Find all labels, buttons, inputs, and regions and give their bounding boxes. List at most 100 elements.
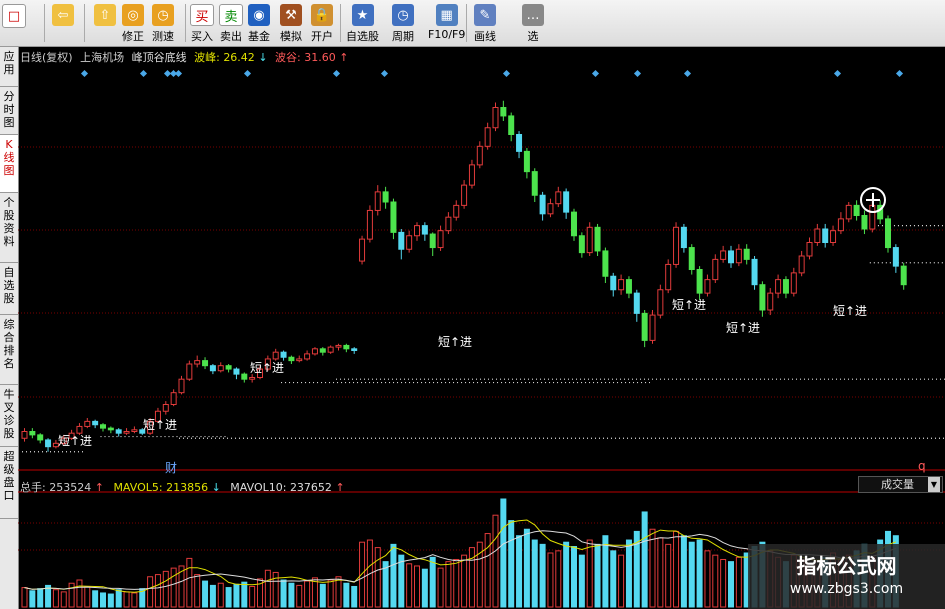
candle-body [806, 242, 813, 257]
candle-body [845, 204, 852, 220]
volume-bar [508, 520, 515, 608]
candle-body [602, 250, 609, 277]
stock-chart [18, 69, 945, 608]
candle-body [92, 420, 99, 426]
toolbar-button-4[interactable]: ◷ 测速 [152, 2, 174, 44]
toolbar-button-0[interactable]: □ [2, 2, 26, 44]
signal-label: 短↑进 [143, 418, 178, 432]
toolbar-button-label: 自选股 [346, 30, 379, 43]
volume-bar [657, 537, 664, 608]
volume-bar [249, 585, 256, 608]
indicator-info-line: 日线(复权) 上海机场 峰顶谷底线 波峰: 26.42 ↓ 波谷: 31.60 … [20, 49, 348, 65]
volume-bar [453, 558, 460, 608]
clock-icon: ◷ [392, 4, 414, 26]
up-down-arrows-icon: ⇧ [94, 4, 116, 26]
mavol10-arrow-icon: ↑ [335, 481, 345, 494]
candle-body [107, 427, 114, 431]
volume-bar [76, 579, 83, 608]
toolbar-button-10[interactable]: ★ 自选股 [346, 2, 379, 44]
volume-bar [60, 591, 67, 608]
fund-icon: ◉ [248, 4, 270, 26]
candle-body [327, 346, 334, 353]
volume-bar [516, 535, 523, 608]
volume-bar [107, 593, 114, 608]
toolbar-button-2[interactable]: ⇧ [94, 2, 116, 44]
volume-bar [209, 584, 216, 608]
candle-body [885, 218, 891, 249]
candle-body [296, 358, 303, 362]
candle-body [162, 404, 169, 412]
volume-bar [225, 587, 232, 608]
event-marker-icon [380, 69, 389, 78]
candle-body [900, 265, 907, 286]
candle-body [225, 365, 232, 370]
side-tab-6[interactable]: 牛叉诊股 [0, 385, 18, 447]
volume-bar [696, 539, 703, 608]
signal-label: 短↑进 [58, 434, 93, 448]
candle-body [398, 231, 405, 250]
volume-bar [154, 574, 161, 608]
volume-bar [665, 543, 672, 608]
side-tab-1[interactable]: 分时图 [0, 87, 18, 135]
toolbar-button-3[interactable]: ◎ 修正 [122, 2, 144, 44]
candle-body [202, 360, 209, 367]
volume-bar [123, 591, 130, 608]
candle-body [775, 279, 782, 294]
volume-bar [618, 554, 625, 608]
side-tab-3[interactable]: 个股资料 [0, 193, 18, 263]
toolbar-button-13[interactable]: ✎ 画线 [474, 2, 496, 44]
candle-body [571, 211, 577, 237]
side-tab-5[interactable]: 综合排名 [0, 315, 18, 385]
volume-bar [563, 541, 570, 608]
volume-indicator-select[interactable]: 成交量 ▼ [858, 476, 943, 493]
volume-bar [202, 580, 209, 608]
candle-body [186, 363, 193, 380]
toolbar-button-8[interactable]: ⚒ 模拟 [280, 2, 302, 44]
volume-bar [335, 576, 342, 608]
toolbar-button-11[interactable]: ◷ 周期 [392, 2, 414, 44]
candle-body [241, 373, 248, 380]
toolbar-button-label: 模拟 [280, 30, 302, 43]
toolbar-button-5[interactable]: 买买入 [190, 2, 214, 44]
mavol10-value: 237652 [289, 481, 332, 494]
volume-bar [37, 588, 44, 608]
toolbar-button-6[interactable]: 卖卖出 [219, 2, 243, 44]
candle-body [508, 115, 515, 135]
event-marker-icon [332, 69, 341, 78]
volume-bar [343, 582, 350, 608]
signal-label: 短↑进 [833, 304, 868, 318]
toolbar-button-label: 基金 [248, 30, 270, 43]
candle-body [335, 344, 342, 348]
chevron-down-icon[interactable]: ▼ [928, 477, 940, 492]
total-volume-arrow-icon: ↑ [94, 481, 104, 494]
volume-bar [296, 584, 303, 608]
volume-bar [186, 557, 193, 608]
volume-bar [68, 582, 75, 608]
toolbar-button-label: 测速 [152, 30, 174, 43]
toolbar-button-12[interactable]: ▦ F10/F9 [428, 2, 465, 44]
volume-bar [594, 543, 601, 608]
side-tab-0[interactable]: 应用 [0, 47, 18, 87]
candle-body [170, 392, 177, 405]
event-marker-icon [80, 69, 89, 78]
volume-bar [115, 589, 122, 608]
side-tab-2[interactable]: K线图 [0, 135, 18, 193]
volume-bar [398, 554, 405, 608]
candle-body [688, 247, 695, 270]
candle-body [209, 365, 216, 372]
star-icon: ★ [351, 4, 374, 26]
candle-body [790, 272, 797, 294]
volume-bar [523, 528, 530, 608]
pencil-icon: ✎ [474, 4, 496, 26]
side-tab-4[interactable]: 自选股 [0, 263, 18, 315]
toolbar-button-14[interactable]: … 选 [522, 2, 544, 44]
candle-body [359, 238, 366, 262]
toolbar-button-1[interactable]: ⇦ [52, 2, 74, 44]
toolbar-button-9[interactable]: 🔒 开户 [311, 2, 333, 44]
volume-bar [414, 565, 420, 608]
side-tab-7[interactable]: 超级盘口 [0, 447, 18, 519]
candle-body [421, 225, 428, 235]
toolbar-button-7[interactable]: ◉ 基金 [248, 2, 270, 44]
candle-body [233, 368, 240, 375]
candle-body [665, 263, 672, 291]
